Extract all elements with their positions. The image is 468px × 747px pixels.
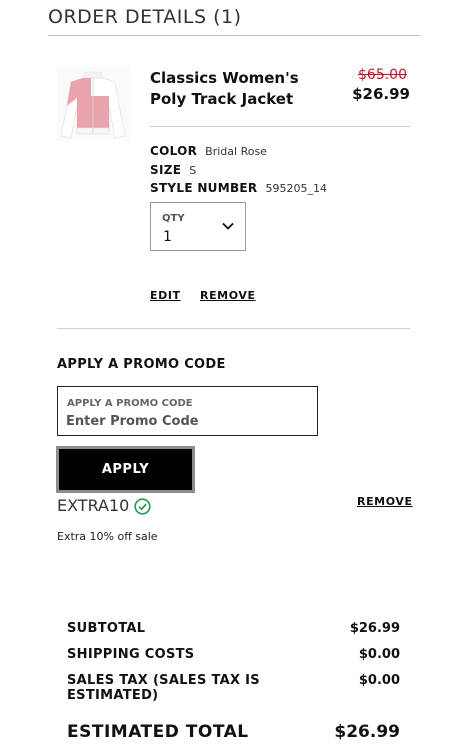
check-circle-icon xyxy=(134,498,151,515)
applied-promo-code: EXTRA10 xyxy=(57,496,130,515)
attribute-size: SIZE S xyxy=(150,163,196,177)
chevron-down-icon xyxy=(222,222,234,230)
attribute-style-number: STYLE NUMBER 595205_14 xyxy=(150,181,327,195)
quantity-label: QTY xyxy=(162,213,185,224)
sale-price: $26.99 xyxy=(352,85,410,103)
estimated-total-label: ESTIMATED TOTAL xyxy=(67,722,249,742)
jacket-image xyxy=(60,71,126,139)
quantity-value: 1 xyxy=(163,229,172,245)
promo-field-label: APPLY A PROMO CODE xyxy=(67,398,193,409)
subtotal-label: SUBTOTAL xyxy=(67,621,146,636)
estimated-total-value: $26.99 xyxy=(334,722,400,742)
quantity-select[interactable]: QTY 1 xyxy=(150,202,246,251)
remove-promo-link[interactable]: REMOVE xyxy=(357,495,413,508)
attribute-value: 595205_14 xyxy=(265,182,327,195)
product-image[interactable] xyxy=(57,66,129,140)
sales-tax-label: SALES TAX (SALES TAX IS ESTIMATED) xyxy=(67,673,260,703)
remove-item-link[interactable]: REMOVE xyxy=(200,289,256,302)
edit-item-link[interactable]: EDIT xyxy=(150,289,181,302)
promo-heading: APPLY A PROMO CODE xyxy=(57,357,226,372)
shipping-label: SHIPPING COSTS xyxy=(67,647,195,662)
promo-code-field[interactable]: APPLY A PROMO CODE xyxy=(57,386,318,436)
product-name[interactable]: Classics Women's Poly Track Jacket xyxy=(150,68,340,110)
subtotal-value: $26.99 xyxy=(349,621,400,636)
promo-code-input[interactable] xyxy=(66,412,306,430)
apply-promo-button[interactable]: APPLY xyxy=(56,446,195,493)
attribute-value: Bridal Rose xyxy=(205,145,267,158)
promo-description: Extra 10% off sale xyxy=(57,530,158,543)
attribute-label: COLOR xyxy=(150,144,198,158)
order-details-title: ORDER DETAILS (1) xyxy=(48,6,420,36)
divider xyxy=(150,126,410,127)
attribute-label: SIZE xyxy=(150,163,182,177)
sales-tax-value: $0.00 xyxy=(358,673,400,688)
attribute-color: COLOR Bridal Rose xyxy=(150,144,267,158)
attribute-value: S xyxy=(189,164,197,177)
attribute-label: STYLE NUMBER xyxy=(150,181,258,195)
shipping-value: $0.00 xyxy=(358,647,400,662)
original-price: $65.00 xyxy=(358,67,407,83)
divider xyxy=(57,328,410,329)
